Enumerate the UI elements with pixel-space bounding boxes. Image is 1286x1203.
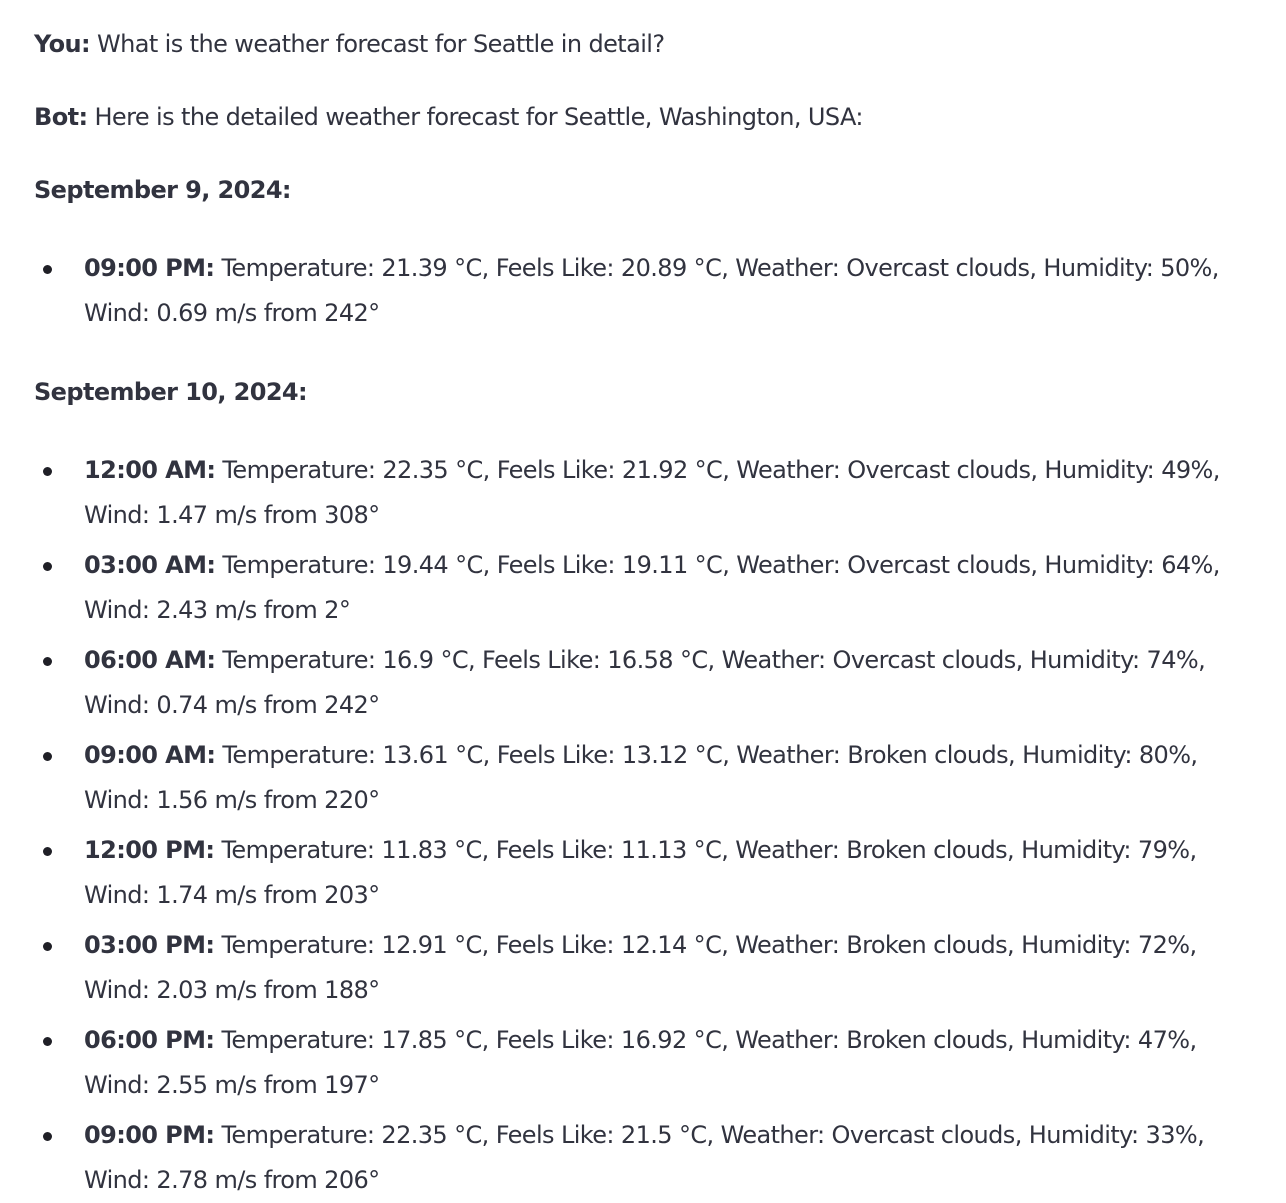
forecast-time: 12:00 AM: [84,456,216,484]
forecast-entry: 06:00 AM: Temperature: 16.9 °C, Feels Li… [34,638,1264,728]
bullet-icon [43,467,52,476]
forecast-entry: 03:00 AM: Temperature: 19.44 °C, Feels L… [34,543,1264,633]
forecast-list-sep-10: 12:00 AM: Temperature: 22.35 °C, Feels L… [34,448,1286,1203]
forecast-time: 09:00 PM: [84,254,215,282]
forecast-list-sep-9: 09:00 PM: Temperature: 21.39 °C, Feels L… [34,246,1286,336]
bot-message: Bot: Here is the detailed weather foreca… [34,100,1286,134]
forecast-details: Temperature: 19.44 °C, Feels Like: 19.11… [84,551,1220,624]
chat-transcript: You: What is the weather forecast for Se… [0,0,1286,1203]
forecast-entry: 03:00 PM: Temperature: 12.91 °C, Feels L… [34,923,1264,1013]
forecast-entry: 12:00 AM: Temperature: 22.35 °C, Feels L… [34,448,1264,538]
forecast-details: Temperature: 11.83 °C, Feels Like: 11.13… [84,836,1197,909]
user-message-text: What is the weather forecast for Seattle… [89,30,665,58]
forecast-entry: 09:00 PM: Temperature: 22.35 °C, Feels L… [34,1113,1264,1203]
forecast-details: Temperature: 22.35 °C, Feels Like: 21.92… [84,456,1220,529]
forecast-details: Temperature: 13.61 °C, Feels Like: 13.12… [84,741,1198,814]
bot-message-text: Here is the detailed weather forecast fo… [87,103,863,131]
user-message: You: What is the weather forecast for Se… [34,27,1286,61]
forecast-entry: 12:00 PM: Temperature: 11.83 °C, Feels L… [34,828,1264,918]
day-heading-sep-10: September 10, 2024: [34,378,308,406]
day-heading-sep-9: September 9, 2024: [34,176,292,204]
forecast-details: Temperature: 16.9 °C, Feels Like: 16.58 … [84,646,1206,719]
forecast-details: Temperature: 17.85 °C, Feels Like: 16.92… [84,1026,1197,1099]
forecast-entry: 09:00 AM: Temperature: 13.61 °C, Feels L… [34,733,1264,823]
user-speaker-label: You: [34,30,91,58]
forecast-time: 09:00 AM: [84,741,216,769]
forecast-time: 03:00 AM: [84,551,216,579]
bullet-icon [43,1037,52,1046]
bullet-icon [43,657,52,666]
bullet-icon [43,942,52,951]
bullet-icon [43,265,52,274]
forecast-details: Temperature: 22.35 °C, Feels Like: 21.5 … [84,1121,1205,1194]
bot-speaker-label: Bot: [34,103,88,131]
forecast-time: 09:00 PM: [84,1121,215,1149]
forecast-time: 06:00 AM: [84,646,216,674]
forecast-details: Temperature: 21.39 °C, Feels Like: 20.89… [84,254,1219,327]
forecast-time: 12:00 PM: [84,836,215,864]
forecast-time: 06:00 PM: [84,1026,215,1054]
bullet-icon [43,752,52,761]
forecast-details: Temperature: 12.91 °C, Feels Like: 12.14… [84,931,1197,1004]
bullet-icon [43,847,52,856]
forecast-entry: 06:00 PM: Temperature: 17.85 °C, Feels L… [34,1018,1264,1108]
forecast-time: 03:00 PM: [84,931,215,959]
bullet-icon [43,562,52,571]
bullet-icon [43,1132,52,1141]
forecast-entry: 09:00 PM: Temperature: 21.39 °C, Feels L… [34,246,1264,336]
